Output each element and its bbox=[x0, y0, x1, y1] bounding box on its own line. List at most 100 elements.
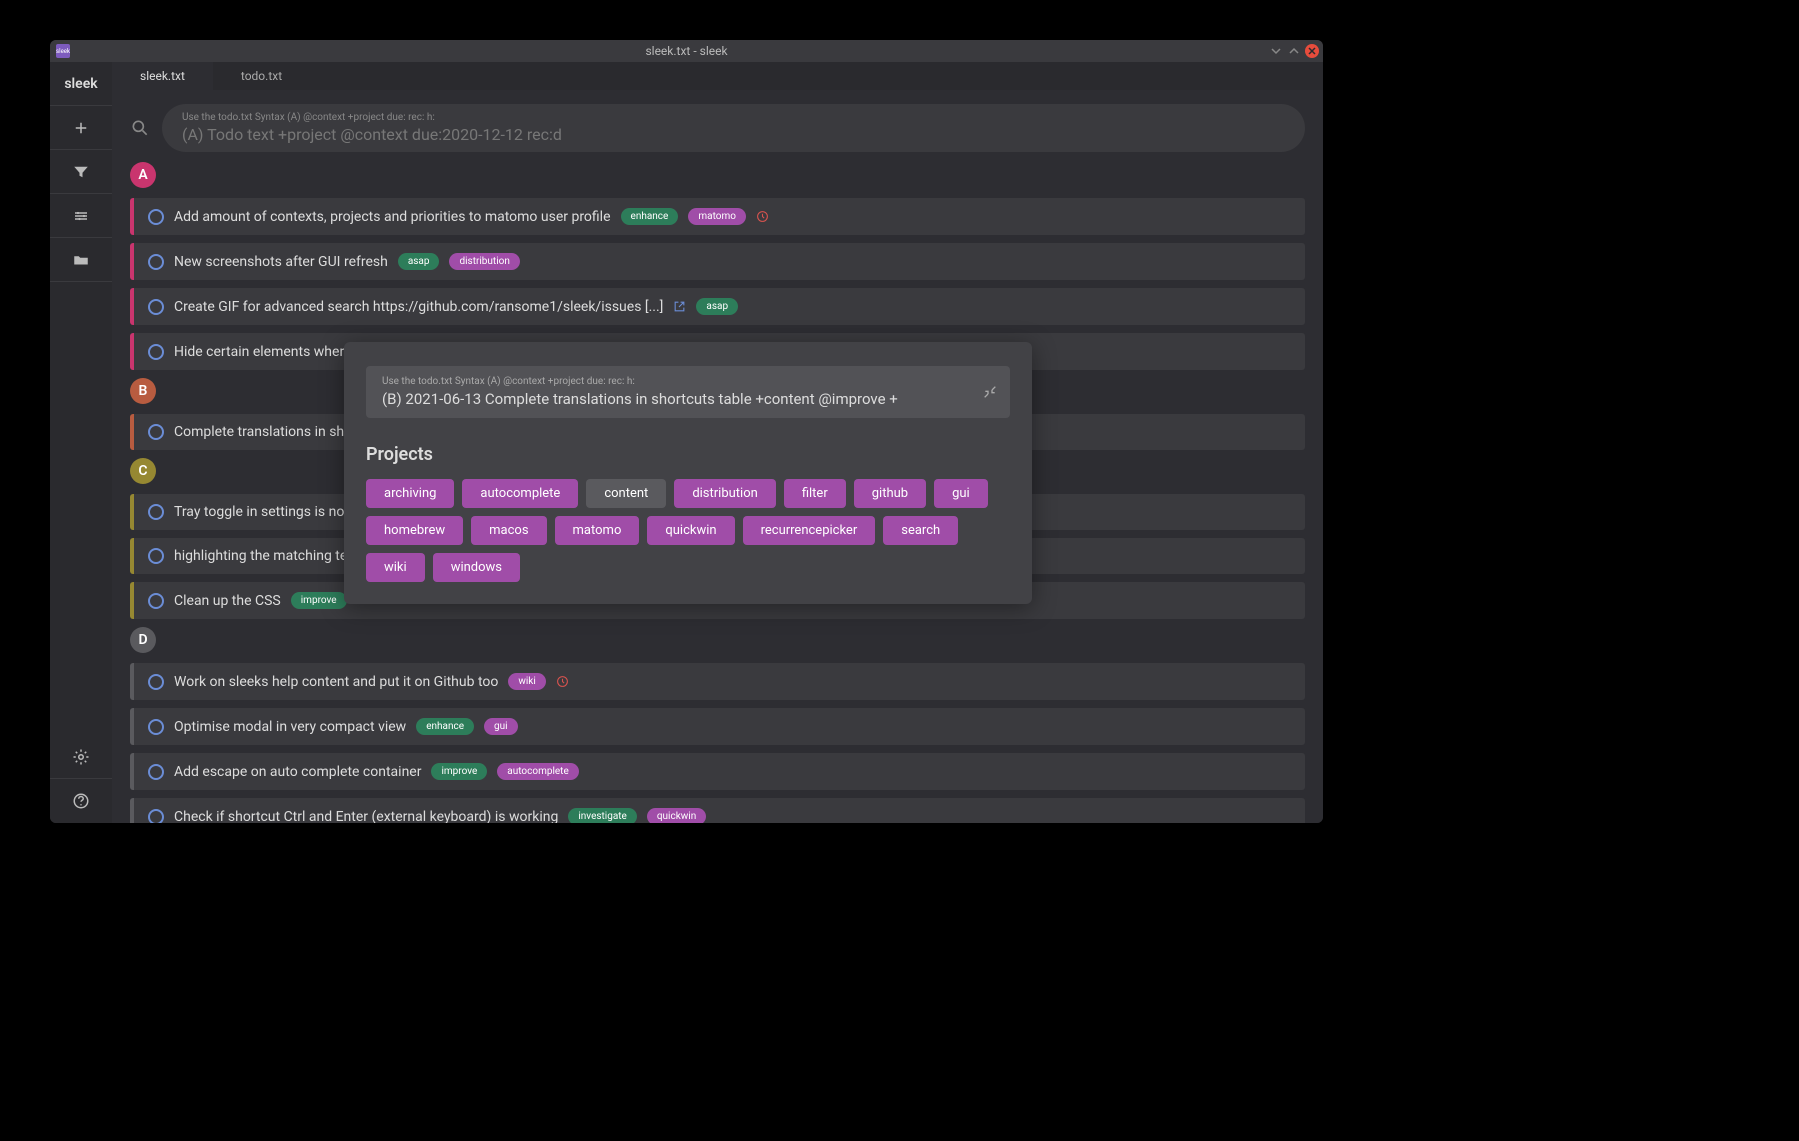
checkbox-icon[interactable] bbox=[148, 344, 164, 360]
filter-button[interactable] bbox=[50, 150, 112, 194]
title-bar: sleek sleek.txt - sleek bbox=[50, 40, 1323, 62]
tag-wiki[interactable]: wiki bbox=[508, 673, 545, 690]
external-link-icon[interactable] bbox=[673, 300, 686, 313]
question-icon bbox=[72, 792, 90, 810]
app-window: sleek sleek.txt - sleek sleek bbox=[50, 40, 1323, 823]
project-pill-homebrew[interactable]: homebrew bbox=[366, 516, 463, 545]
close-button[interactable] bbox=[1305, 44, 1319, 58]
checkbox-icon[interactable] bbox=[148, 674, 164, 690]
tag-enhance[interactable]: enhance bbox=[416, 718, 474, 735]
window-title: sleek.txt - sleek bbox=[645, 44, 727, 58]
tag-investigate[interactable]: investigate bbox=[568, 808, 637, 823]
collapse-button[interactable] bbox=[982, 384, 998, 400]
minimize-button[interactable] bbox=[1269, 44, 1283, 58]
project-pill-quickwin[interactable]: quickwin bbox=[647, 516, 734, 545]
search-placeholder: (A) Todo text +project @context due:2020… bbox=[182, 125, 1285, 144]
todo-text: Check if shortcut Ctrl and Enter (extern… bbox=[174, 809, 558, 824]
add-button[interactable] bbox=[50, 106, 112, 150]
tab-todo-txt[interactable]: todo.txt bbox=[213, 62, 310, 90]
gear-icon bbox=[72, 748, 90, 766]
search-row: Use the todo.txt Syntax (A) @context +pr… bbox=[112, 90, 1323, 152]
todo-text: Clean up the CSS bbox=[174, 593, 281, 609]
project-pill-filter[interactable]: filter bbox=[784, 479, 846, 508]
maximize-button[interactable] bbox=[1287, 44, 1301, 58]
sliders-icon bbox=[72, 207, 90, 225]
project-pill-matomo[interactable]: matomo bbox=[555, 516, 640, 545]
tag-matomo[interactable]: matomo bbox=[688, 208, 746, 225]
preferences-button[interactable] bbox=[50, 735, 112, 779]
clock-icon bbox=[556, 675, 569, 688]
todo-text: Optimise modal in very compact view bbox=[174, 719, 406, 735]
tab-sleek-txt[interactable]: sleek.txt bbox=[112, 62, 213, 90]
search-icon bbox=[130, 118, 150, 138]
plus-icon bbox=[72, 119, 90, 137]
tag-asap[interactable]: asap bbox=[398, 253, 440, 270]
funnel-icon bbox=[72, 163, 90, 181]
project-pills: archiving autocomplete content distribution… bbox=[366, 479, 1010, 582]
todo-text: Add escape on auto complete container bbox=[174, 764, 421, 780]
clock-icon bbox=[756, 210, 769, 223]
todo-item[interactable]: Check if shortcut Ctrl and Enter (extern… bbox=[130, 798, 1305, 823]
tag-quickwin[interactable]: quickwin bbox=[647, 808, 706, 823]
project-pill-gui[interactable]: gui bbox=[934, 479, 988, 508]
tag-enhance[interactable]: enhance bbox=[621, 208, 679, 225]
tag-gui[interactable]: gui bbox=[484, 718, 518, 735]
todo-text: New screenshots after GUI refresh bbox=[174, 254, 388, 270]
checkbox-icon[interactable] bbox=[148, 809, 164, 824]
checkbox-icon[interactable] bbox=[148, 254, 164, 270]
checkbox-icon[interactable] bbox=[148, 719, 164, 735]
priority-header-D: D bbox=[130, 627, 156, 653]
project-pill-github[interactable]: github bbox=[854, 479, 926, 508]
priority-header-A: A bbox=[130, 162, 156, 188]
todo-item[interactable]: Add amount of contexts, projects and pri… bbox=[130, 198, 1305, 235]
sidebar: sleek bbox=[50, 62, 112, 823]
priority-header-B: B bbox=[130, 378, 156, 404]
sidebar-logo: sleek bbox=[50, 62, 112, 106]
modal-hint: Use the todo.txt Syntax (A) @context +pr… bbox=[382, 376, 994, 387]
settings-toggle-button[interactable] bbox=[50, 194, 112, 238]
checkbox-icon[interactable] bbox=[148, 424, 164, 440]
search-hint: Use the todo.txt Syntax (A) @context +pr… bbox=[182, 112, 1285, 123]
project-pill-content[interactable]: content bbox=[586, 479, 666, 508]
window-controls bbox=[1269, 44, 1319, 58]
todo-item[interactable]: Add escape on auto complete container imp… bbox=[130, 753, 1305, 790]
checkbox-icon[interactable] bbox=[148, 299, 164, 315]
open-file-button[interactable] bbox=[50, 238, 112, 282]
project-pill-archiving[interactable]: archiving bbox=[366, 479, 454, 508]
tag-asap[interactable]: asap bbox=[696, 298, 738, 315]
todo-text: Add amount of contexts, projects and pri… bbox=[174, 209, 611, 225]
todo-text: Complete translations in shor bbox=[174, 424, 357, 440]
modal-heading: Projects bbox=[366, 444, 1010, 465]
project-pill-distribution[interactable]: distribution bbox=[674, 479, 776, 508]
todo-item[interactable]: Work on sleeks help content and put it o… bbox=[130, 663, 1305, 700]
project-pill-macos[interactable]: macos bbox=[471, 516, 546, 545]
todo-item[interactable]: New screenshots after GUI refresh asapdis… bbox=[130, 243, 1305, 280]
todo-text: Tray toggle in settings is not o bbox=[174, 504, 360, 520]
search-input[interactable]: Use the todo.txt Syntax (A) @context +pr… bbox=[162, 104, 1305, 152]
tag-autocomplete[interactable]: autocomplete bbox=[497, 763, 578, 780]
checkbox-icon[interactable] bbox=[148, 764, 164, 780]
folder-icon bbox=[72, 251, 90, 269]
todo-item[interactable]: Optimise modal in very compact view enhan… bbox=[130, 708, 1305, 745]
modal-value: (B) 2021-06-13 Complete translations in … bbox=[382, 390, 994, 408]
todo-text: Work on sleeks help content and put it o… bbox=[174, 674, 498, 690]
tabs: sleek.txttodo.txt bbox=[112, 62, 1323, 90]
project-pill-recurrencepicker[interactable]: recurrencepicker bbox=[743, 516, 876, 545]
checkbox-icon[interactable] bbox=[148, 593, 164, 609]
tag-improve[interactable]: improve bbox=[291, 592, 347, 609]
project-pill-search[interactable]: search bbox=[883, 516, 958, 545]
project-pill-wiki[interactable]: wiki bbox=[366, 553, 425, 582]
todo-text: Create GIF for advanced search https://g… bbox=[174, 299, 663, 315]
project-pill-windows[interactable]: windows bbox=[433, 553, 520, 582]
help-button[interactable] bbox=[50, 779, 112, 823]
tag-improve[interactable]: improve bbox=[431, 763, 487, 780]
tag-distribution[interactable]: distribution bbox=[449, 253, 519, 270]
checkbox-icon[interactable] bbox=[148, 209, 164, 225]
checkbox-icon[interactable] bbox=[148, 504, 164, 520]
todo-item[interactable]: Create GIF for advanced search https://g… bbox=[130, 288, 1305, 325]
modal-input[interactable]: Use the todo.txt Syntax (A) @context +pr… bbox=[366, 366, 1010, 418]
checkbox-icon[interactable] bbox=[148, 548, 164, 564]
compress-icon bbox=[982, 384, 998, 400]
project-pill-autocomplete[interactable]: autocomplete bbox=[462, 479, 578, 508]
app-icon: sleek bbox=[56, 44, 70, 58]
